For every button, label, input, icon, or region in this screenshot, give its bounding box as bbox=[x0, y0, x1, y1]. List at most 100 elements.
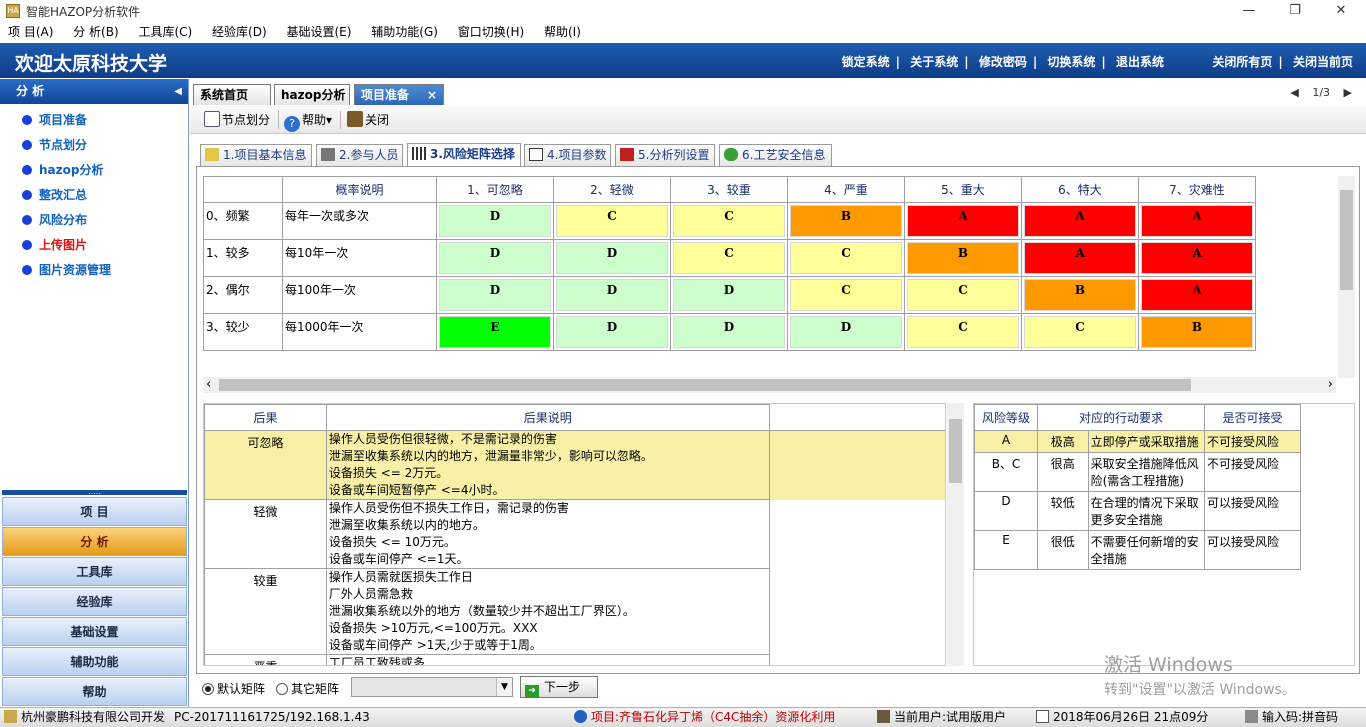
matrix-cell[interactable]: C bbox=[787, 276, 905, 314]
tab-process-safety[interactable]: 6.工艺安全信息 bbox=[719, 144, 832, 166]
nav-aux[interactable]: 辅助功能 bbox=[2, 647, 187, 676]
nav-basic-settings[interactable]: 基础设置 bbox=[2, 617, 187, 646]
minimize-button[interactable]: — bbox=[1226, 0, 1272, 22]
matrix-cell[interactable]: D bbox=[553, 239, 671, 277]
menu-settings[interactable]: 基础设置(E) bbox=[278, 22, 359, 43]
consequence-row[interactable]: 可忽略 操作人员受伤但很轻微，不是需记录的伤害 泄漏至收集系统以内的地方，泄漏量… bbox=[204, 430, 945, 500]
matrix-select[interactable]: ▼ bbox=[351, 677, 513, 697]
close-tab-icon[interactable]: × bbox=[427, 85, 437, 105]
risk-level-cell: A bbox=[974, 430, 1038, 453]
matrix-cell[interactable]: B bbox=[1138, 313, 1256, 351]
nav-experience[interactable]: 经验库 bbox=[2, 587, 187, 616]
consequence-row[interactable]: 轻微 操作人员受伤但不损失工作日，需记录的伤害 泄漏至收集系统以内的地方。 设备… bbox=[204, 499, 946, 569]
menu-project[interactable]: 项 目(A) bbox=[0, 22, 61, 43]
tab-basic-info[interactable]: 1.项目基本信息 bbox=[200, 144, 312, 166]
tab-home[interactable]: 系统首页 bbox=[193, 84, 271, 105]
nav-help[interactable]: 帮助 bbox=[2, 677, 187, 706]
dropdown-arrow-icon[interactable]: ▼ bbox=[496, 678, 512, 696]
matrix-cell[interactable]: D bbox=[670, 313, 788, 351]
action-row[interactable]: A 极高 立即停产或采取措施 不可接受风险 bbox=[974, 430, 1301, 453]
other-matrix-radio[interactable]: 其它矩阵 bbox=[276, 680, 339, 697]
matrix-cell[interactable]: E bbox=[436, 313, 554, 351]
tab-project-prep[interactable]: 项目准备 × bbox=[354, 84, 444, 105]
matrix-cell[interactable]: A bbox=[1138, 202, 1256, 240]
switch-system-link[interactable]: 切换系统 bbox=[1047, 55, 1095, 69]
matrix-cell[interactable]: B bbox=[787, 202, 905, 240]
menu-analysis[interactable]: 分 析(B) bbox=[65, 22, 126, 43]
maximize-button[interactable]: ❐ bbox=[1272, 0, 1318, 22]
menu-window[interactable]: 窗口切换(H) bbox=[450, 22, 532, 43]
matrix-cell[interactable]: C bbox=[670, 202, 788, 240]
matrix-cell[interactable]: D bbox=[436, 239, 554, 277]
prev-tab-icon[interactable]: ◀ bbox=[1290, 86, 1298, 99]
matrix-cell[interactable]: C bbox=[904, 313, 1022, 351]
consequence-row[interactable]: 严重 工厂员工致残或多 bbox=[204, 654, 946, 665]
change-password-link[interactable]: 修改密码 bbox=[979, 55, 1027, 69]
menu-aux[interactable]: 辅助功能(G) bbox=[363, 22, 446, 43]
matrix-cell[interactable]: C bbox=[787, 239, 905, 277]
collapse-arrow-icon[interactable]: ◀ bbox=[174, 79, 182, 104]
action-row[interactable]: B、C 很高 采取安全措施降低风险(需含工程措施) 不可接受风险 bbox=[974, 452, 1301, 492]
matrix-cell[interactable]: A bbox=[1138, 239, 1256, 277]
matrix-cell[interactable]: C bbox=[904, 276, 1022, 314]
about-system-link[interactable]: 关于系统 bbox=[910, 55, 958, 69]
matrix-cell[interactable]: A bbox=[904, 202, 1022, 240]
next-tab-icon[interactable]: ▶ bbox=[1344, 86, 1352, 99]
sidebar-item-project-prep[interactable]: 项目准备 bbox=[22, 111, 87, 128]
matrix-cell[interactable]: C bbox=[1021, 313, 1139, 351]
sidebar-item-upload-image[interactable]: 上传图片 bbox=[22, 236, 87, 253]
menu-experience[interactable]: 经验库(D) bbox=[204, 22, 275, 43]
sidebar-item-rectify[interactable]: 整改汇总 bbox=[22, 186, 87, 203]
scroll-left-icon[interactable]: ‹ bbox=[206, 377, 211, 392]
matrix-cell[interactable]: A bbox=[1138, 276, 1256, 314]
close-button[interactable]: 关闭 bbox=[347, 110, 389, 130]
consequence-scrollbar[interactable] bbox=[947, 403, 964, 666]
tab-risk-matrix[interactable]: 3.风险矩阵选择 bbox=[407, 143, 521, 166]
close-window-button[interactable]: ✕ bbox=[1318, 0, 1364, 22]
desc-line: 操作人员受伤但不损失工作日，需记录的伤害 bbox=[328, 501, 569, 515]
matrix-cell[interactable]: D bbox=[436, 202, 554, 240]
scroll-thumb[interactable] bbox=[1340, 190, 1353, 290]
matrix-cell[interactable]: C bbox=[553, 202, 671, 240]
matrix-cell[interactable]: D bbox=[436, 276, 554, 314]
scroll-thumb[interactable] bbox=[949, 419, 962, 483]
consequence-row[interactable]: 较重 操作人员需就医损失工作日 厂外人员需急救 泄漏收集系统以外的地方（数量较少… bbox=[204, 568, 946, 655]
action-row[interactable]: E 很低 不需要任何新增的安全措施 可以接受风险 bbox=[974, 530, 1301, 570]
matrix-cell[interactable]: A bbox=[1021, 239, 1139, 277]
action-row[interactable]: D 较低 在合理的情况下采取更多安全措施 可以接受风险 bbox=[974, 491, 1301, 531]
menu-tools[interactable]: 工具库(C) bbox=[130, 22, 200, 43]
matrix-cell[interactable]: C bbox=[670, 239, 788, 277]
sidebar-splitter[interactable]: ..... bbox=[2, 488, 187, 496]
matrix-cell[interactable]: D bbox=[670, 276, 788, 314]
help-button[interactable]: ? 帮助▾ bbox=[284, 110, 332, 132]
tab-project-params[interactable]: 4.项目参数 bbox=[524, 144, 611, 166]
matrix-cell[interactable]: B bbox=[904, 239, 1022, 277]
scroll-right-icon[interactable]: › bbox=[1328, 377, 1333, 392]
sidebar-item-node-split[interactable]: 节点划分 bbox=[22, 136, 87, 153]
matrix-cell[interactable]: A bbox=[1021, 202, 1139, 240]
matrix-cell[interactable]: D bbox=[553, 276, 671, 314]
matrix-cell[interactable]: D bbox=[787, 313, 905, 351]
nav-analysis[interactable]: 分 析 bbox=[2, 527, 187, 556]
close-current-page-link[interactable]: 关闭当前页 bbox=[1293, 55, 1353, 69]
node-split-button[interactable]: 节点划分 bbox=[204, 110, 270, 130]
nav-tools[interactable]: 工具库 bbox=[2, 557, 187, 586]
matrix-horizontal-scrollbar[interactable]: ‹ › bbox=[203, 377, 1336, 393]
exit-system-link[interactable]: 退出系统 bbox=[1116, 55, 1164, 69]
sidebar-item-image-resources[interactable]: 图片资源管理 bbox=[22, 261, 111, 278]
scroll-thumb[interactable] bbox=[219, 379, 1191, 391]
matrix-vertical-scrollbar[interactable] bbox=[1338, 176, 1355, 378]
sidebar-item-risk-dist[interactable]: 风险分布 bbox=[22, 211, 87, 228]
lock-system-link[interactable]: 锁定系统 bbox=[842, 55, 890, 69]
menu-help[interactable]: 帮助(I) bbox=[536, 22, 589, 43]
tab-column-settings[interactable]: 5.分析列设置 bbox=[615, 144, 715, 166]
nav-project[interactable]: 项 目 bbox=[2, 497, 187, 526]
matrix-cell[interactable]: B bbox=[1021, 276, 1139, 314]
matrix-cell[interactable]: D bbox=[553, 313, 671, 351]
default-matrix-radio[interactable]: 默认矩阵 bbox=[202, 680, 265, 697]
tab-hazop[interactable]: hazop分析 bbox=[274, 84, 350, 105]
sidebar-item-hazop[interactable]: hazop分析 bbox=[22, 161, 103, 178]
next-step-button[interactable]: ➜ 下一步 bbox=[520, 676, 598, 698]
tab-participants[interactable]: 2.参与人员 bbox=[316, 144, 403, 166]
close-all-pages-link[interactable]: 关闭所有页 bbox=[1212, 55, 1272, 69]
